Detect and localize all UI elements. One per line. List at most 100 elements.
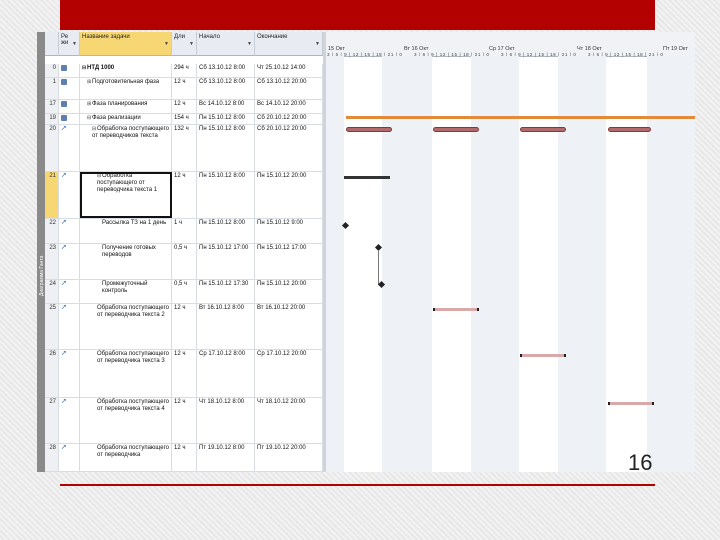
task-name-cell[interactable]: Обработка поступающего от переводчика bbox=[80, 444, 172, 471]
task-finish[interactable]: Вс 14.10.12 20:00 bbox=[255, 100, 323, 113]
task-name-cell[interactable]: ⊞Подготовительная фаза bbox=[80, 78, 172, 99]
task-name-cell[interactable]: Обработка поступающего от переводчика те… bbox=[80, 398, 172, 443]
gantt-bar-task[interactable] bbox=[346, 127, 392, 132]
task-duration[interactable]: 12 ч bbox=[172, 172, 197, 218]
task-duration[interactable]: 12 ч bbox=[172, 100, 197, 113]
task-id[interactable]: 21 bbox=[45, 172, 59, 218]
task-start[interactable]: Пт 19.10.12 8:00 bbox=[197, 444, 255, 471]
task-mode-cell[interactable]: ➚ bbox=[59, 304, 80, 349]
task-name-cell[interactable]: ⊟Обработка поступающего от переводчика т… bbox=[80, 172, 172, 218]
task-mode-cell[interactable] bbox=[59, 114, 80, 124]
task-name-cell[interactable]: Обработка поступающего от переводчика те… bbox=[80, 350, 172, 397]
task-id[interactable]: 1 bbox=[45, 78, 59, 99]
gantt-bar-task[interactable] bbox=[520, 127, 566, 132]
task-start[interactable]: Сб 13.10.12 8:00 bbox=[197, 64, 255, 77]
col-header-duration[interactable]: Дли ▼ bbox=[172, 32, 197, 56]
task-id[interactable]: 23 bbox=[45, 244, 59, 279]
gantt-bar-task[interactable] bbox=[608, 127, 651, 132]
task-finish[interactable]: Пн 15.10.12 17:00 bbox=[255, 244, 323, 279]
task-start[interactable]: Сб 13.10.12 8:00 bbox=[197, 78, 255, 99]
task-mode-cell[interactable]: ➚ bbox=[59, 172, 80, 218]
task-row[interactable]: 28 ➚ Обработка поступающего от переводчика… bbox=[45, 444, 323, 472]
task-name-cell[interactable]: ⊟НТД 1000 bbox=[80, 64, 172, 77]
task-name-cell[interactable]: ⊟Обработка поступающего от переводчиков … bbox=[80, 125, 172, 171]
task-duration[interactable]: 12 ч bbox=[172, 398, 197, 443]
task-name-cell[interactable]: Рассылка ТЗ на 1 день bbox=[80, 219, 172, 243]
task-mode-cell[interactable]: ➚ bbox=[59, 350, 80, 397]
task-finish[interactable]: Пн 15.10.12 20:00 bbox=[255, 172, 323, 218]
task-id[interactable]: 25 bbox=[45, 304, 59, 349]
task-mode-cell[interactable]: ➚ bbox=[59, 244, 80, 279]
gantt-bar-task-2[interactable] bbox=[433, 308, 479, 311]
task-name-cell[interactable]: Обработка поступающего от переводчика те… bbox=[80, 304, 172, 349]
task-mode-cell[interactable]: ➚ bbox=[59, 398, 80, 443]
view-bar[interactable]: Диаграмма Ганта bbox=[37, 32, 45, 472]
task-finish[interactable]: Пн 15.10.12 9:00 bbox=[255, 219, 323, 243]
task-id[interactable]: 22 bbox=[45, 219, 59, 243]
chevron-down-icon[interactable]: ▼ bbox=[247, 41, 252, 47]
task-id[interactable]: 24 bbox=[45, 280, 59, 303]
task-finish[interactable]: Сб 20.10.12 20:00 bbox=[255, 114, 323, 124]
task-start[interactable]: Пн 15.10.12 8:00 bbox=[197, 125, 255, 171]
task-id[interactable]: 19 bbox=[45, 114, 59, 124]
chevron-down-icon[interactable]: ▼ bbox=[189, 41, 194, 47]
task-start[interactable]: Чт 18.10.12 8:00 bbox=[197, 398, 255, 443]
task-finish[interactable]: Чт 18.10.12 20:00 bbox=[255, 398, 323, 443]
col-header-start[interactable]: Начало ▼ bbox=[197, 32, 255, 56]
task-mode-cell[interactable] bbox=[59, 78, 80, 99]
task-row[interactable]: 20 ➚ ⊟Обработка поступающего от переводчик… bbox=[45, 125, 323, 172]
task-duration[interactable]: 12 ч bbox=[172, 304, 197, 349]
task-start[interactable]: Пн 15.10.12 8:00 bbox=[197, 172, 255, 218]
task-mode-cell[interactable]: ➚ bbox=[59, 219, 80, 243]
task-mode-cell[interactable]: ➚ bbox=[59, 280, 80, 303]
task-id[interactable]: 17 bbox=[45, 100, 59, 113]
task-start[interactable]: Вт 16.10.12 8:00 bbox=[197, 304, 255, 349]
task-start[interactable]: Пн 15.10.12 17:00 bbox=[197, 244, 255, 279]
task-mode-cell[interactable] bbox=[59, 64, 80, 77]
task-row[interactable]: 24 ➚ Промежуточный контроль 0,5 ч Пн 15.10.1… bbox=[45, 280, 323, 304]
task-duration[interactable]: 1 ч bbox=[172, 219, 197, 243]
task-id[interactable]: 28 bbox=[45, 444, 59, 471]
task-id[interactable]: 26 bbox=[45, 350, 59, 397]
task-row[interactable]: 0 ⊟НТД 1000 294 ч Сб 13.10.12 8:00 Чт 25.10.… bbox=[45, 64, 323, 78]
chevron-down-icon[interactable]: ▼ bbox=[164, 41, 169, 47]
task-mode-cell[interactable]: ➚ bbox=[59, 444, 80, 471]
task-finish[interactable]: Чт 25.10.12 14:00 bbox=[255, 64, 323, 77]
col-header-mode[interactable]: Ре жи ▼ bbox=[59, 32, 80, 56]
task-finish[interactable]: Сб 20.10.12 20:00 bbox=[255, 125, 323, 171]
task-finish[interactable]: Пн 15.10.12 20:00 bbox=[255, 280, 323, 303]
task-name-cell[interactable]: ⊞Фаза планирования bbox=[80, 100, 172, 113]
gantt-bar-summary[interactable] bbox=[346, 116, 695, 119]
task-duration[interactable]: 12 ч bbox=[172, 78, 197, 99]
task-duration[interactable]: 132 ч bbox=[172, 125, 197, 171]
task-start[interactable]: Пн 15.10.12 8:00 bbox=[197, 219, 255, 243]
gantt-bar-task-3[interactable] bbox=[520, 354, 566, 357]
task-start[interactable]: Вс 14.10.12 8:00 bbox=[197, 100, 255, 113]
gantt-bar-task-4[interactable] bbox=[608, 402, 654, 405]
col-header-name[interactable]: Название задачи ▼ bbox=[80, 32, 172, 56]
col-header-finish[interactable]: Окончание ▼ bbox=[255, 32, 323, 56]
task-finish[interactable]: Вт 16.10.12 20:00 bbox=[255, 304, 323, 349]
task-name-cell[interactable]: ⊟Фаза реализации bbox=[80, 114, 172, 124]
gantt-bar-task[interactable] bbox=[433, 127, 479, 132]
task-finish[interactable]: Сб 13.10.12 20:00 bbox=[255, 78, 323, 99]
task-finish[interactable]: Пт 19.10.12 20:00 bbox=[255, 444, 323, 471]
task-id[interactable]: 20 bbox=[45, 125, 59, 171]
task-row[interactable]: 19 ⊟Фаза реализации 154 ч Пн 15.10.12 8:00 С… bbox=[45, 114, 323, 125]
task-start[interactable]: Пн 15.10.12 8:00 bbox=[197, 114, 255, 124]
chevron-down-icon[interactable]: ▼ bbox=[315, 41, 320, 47]
task-row[interactable]: 17 ⊞Фаза планирования 12 ч Вс 14.10.12 8:00… bbox=[45, 100, 323, 114]
task-row[interactable]: 23 ➚ Получение готовых переводов 0,5 ч Пн 15… bbox=[45, 244, 323, 280]
task-duration[interactable]: 0,5 ч bbox=[172, 280, 197, 303]
task-name-cell[interactable]: Промежуточный контроль bbox=[80, 280, 172, 303]
task-duration[interactable]: 294 ч bbox=[172, 64, 197, 77]
task-id[interactable]: 27 bbox=[45, 398, 59, 443]
task-start[interactable]: Ср 17.10.12 8:00 bbox=[197, 350, 255, 397]
task-mode-cell[interactable] bbox=[59, 100, 80, 113]
task-start[interactable]: Пн 15.10.12 17:30 bbox=[197, 280, 255, 303]
task-mode-cell[interactable]: ➚ bbox=[59, 125, 80, 171]
task-duration[interactable]: 12 ч bbox=[172, 350, 197, 397]
col-header-id[interactable] bbox=[45, 32, 59, 56]
task-row[interactable]: 26 ➚ Обработка поступающего от переводчика… bbox=[45, 350, 323, 398]
task-row[interactable]: 25 ➚ Обработка поступающего от переводчика… bbox=[45, 304, 323, 350]
